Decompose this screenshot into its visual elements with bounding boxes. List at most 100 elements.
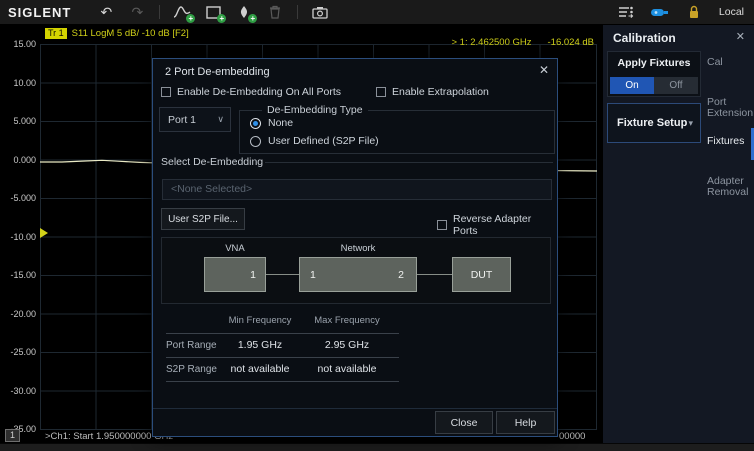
toolbar-tools: ↶ ↷ + + +	[97, 4, 329, 20]
add-window-icon[interactable]: +	[204, 4, 222, 20]
add-window-badge: +	[217, 14, 226, 23]
apply-fixtures-label: Apply Fixtures	[608, 57, 700, 69]
network-label: Network	[299, 243, 417, 254]
network-box: 1 2	[299, 257, 417, 292]
checkbox-enable-extrapolation[interactable]: Enable Extrapolation	[376, 86, 489, 98]
radio-none[interactable]: None	[250, 117, 293, 129]
dut-label: DUT	[471, 269, 493, 281]
siglent-logo: SIGLENT	[8, 5, 71, 20]
system-menu-icon[interactable]	[617, 4, 635, 20]
marker-readout: > 1: 2.462500 GHz -16.024 dB	[452, 37, 595, 48]
tab-fixtures[interactable]: Fixtures	[707, 136, 752, 147]
y-axis-label: -5.000	[0, 193, 36, 203]
add-trace-icon[interactable]: +	[173, 4, 191, 20]
add-marker-badge: +	[248, 14, 257, 23]
toggle-on-button[interactable]: On	[610, 77, 654, 94]
y-axis-label: 15.00	[0, 39, 36, 49]
select-de-embedding-label: Select De-Embedding	[161, 156, 263, 168]
channel-badge: 1	[5, 429, 20, 442]
col-header-max: Max Frequency	[297, 315, 397, 326]
add-marker-icon[interactable]: +	[235, 4, 253, 20]
y-axis-label: -15.00	[0, 270, 36, 280]
trace-info-line: Tr 1 S11 LogM 5 dB/ -10 dB [F2]	[45, 28, 189, 39]
usb-icon	[651, 4, 669, 20]
dialog-close-icon[interactable]: ✕	[539, 63, 549, 77]
y-axis-label: -25.00	[0, 347, 36, 357]
fixture-setup-dropdown[interactable]: Fixture Setup ▾	[607, 103, 701, 143]
y-axis-label: 0.000	[0, 155, 36, 165]
connection-diagram: VNA Network 1 1 2 DUT	[161, 237, 551, 304]
app-window: SIGLENT ↶ ↷ + + +	[0, 0, 754, 451]
trace-settings-text[interactable]: S11 LogM 5 dB/ -10 dB [F2]	[72, 28, 189, 39]
toolbar-status: Local	[617, 4, 744, 20]
connector-line	[417, 274, 452, 275]
dialog-title: 2 Port De-embedding	[165, 66, 270, 78]
trace-badge[interactable]: Tr 1	[45, 28, 67, 39]
checkbox-box	[161, 87, 171, 97]
table-line	[166, 381, 399, 382]
sidebar-title: Calibration	[613, 31, 676, 45]
apply-fixtures-panel: Apply Fixtures On Off	[607, 51, 701, 97]
checkbox-label: Enable Extrapolation	[392, 86, 489, 98]
local-remote-button[interactable]: Local	[719, 6, 744, 18]
sidebar-close-icon[interactable]: ✕	[736, 30, 745, 43]
checkbox-box	[376, 87, 386, 97]
table-line	[166, 357, 399, 358]
connector-line	[266, 274, 299, 275]
row-label-port-range: Port Range	[166, 340, 217, 351]
radio-label: User Defined (S2P File)	[268, 135, 379, 147]
add-trace-badge: +	[186, 14, 195, 23]
undo-icon[interactable]: ↶	[97, 4, 115, 20]
marker-amplitude: -16.024 dB	[548, 37, 594, 48]
network-port-1: 1	[310, 269, 316, 281]
checkbox-enable-all-ports[interactable]: Enable De-Embedding On All Ports	[161, 86, 341, 98]
port-select-value: Port 1	[168, 114, 196, 126]
dut-box: DUT	[452, 257, 511, 292]
vna-label: VNA	[204, 243, 266, 254]
de-embedding-type-group: De-Embedding Type None User Defined (S2P…	[239, 110, 555, 154]
fixture-setup-label: Fixture Setup	[617, 117, 687, 129]
y-axis-label: -10.00	[0, 232, 36, 242]
checkbox-label: Reverse Adapter Ports	[453, 213, 557, 237]
tab-port-extension[interactable]: Port Extension	[707, 97, 752, 119]
network-port-2: 2	[398, 269, 404, 281]
y-axis-label: -30.00	[0, 386, 36, 396]
radio-button	[250, 136, 261, 147]
radio-user-defined[interactable]: User Defined (S2P File)	[250, 135, 379, 147]
de-embedding-dialog: 2 Port De-embedding ✕ Enable De-Embeddin…	[152, 58, 558, 437]
selected-file-field[interactable]: <None Selected>	[162, 179, 552, 200]
port-select-dropdown[interactable]: Port 1 ∨	[159, 107, 231, 132]
port-range-max: 2.95 GHz	[297, 339, 397, 351]
y-axis-label: -20.00	[0, 309, 36, 319]
toolbar-separator	[159, 5, 160, 19]
y-axis-label: 5.000	[0, 116, 36, 126]
close-button[interactable]: Close	[435, 411, 493, 434]
radio-label: None	[268, 117, 293, 129]
help-button[interactable]: Help	[496, 411, 555, 434]
screenshot-icon[interactable]	[311, 4, 329, 20]
checkbox-reverse-adapter-ports[interactable]: Reverse Adapter Ports	[437, 213, 557, 237]
s2p-range-max: not available	[297, 363, 397, 375]
checkbox-label: Enable De-Embedding On All Ports	[177, 86, 341, 98]
toggle-off-button[interactable]: Off	[654, 77, 698, 94]
calibration-sidebar: Calibration ✕ Apply Fixtures On Off Fixt…	[603, 25, 754, 443]
tab-cal[interactable]: Cal	[707, 57, 752, 68]
bottom-status-bar	[0, 443, 754, 451]
tab-adapter-removal[interactable]: Adapter Removal	[707, 176, 752, 198]
group-separator-line	[265, 162, 553, 163]
port-range-min: 1.95 GHz	[210, 339, 310, 351]
footer-separator	[153, 408, 557, 409]
delete-icon[interactable]	[266, 4, 284, 20]
top-toolbar: SIGLENT ↶ ↷ + + +	[0, 0, 754, 25]
user-s2p-file-button[interactable]: User S2P File...	[161, 208, 245, 230]
vna-port-number: 1	[250, 269, 256, 281]
apply-fixtures-toggle: On Off	[610, 77, 698, 94]
checkbox-box	[437, 220, 447, 230]
chevron-down-icon: ∨	[217, 114, 224, 125]
s2p-range-min: not available	[210, 363, 310, 375]
vna-box: 1	[204, 257, 266, 292]
dropdown-arrow-icon: ▾	[688, 118, 693, 129]
redo-icon[interactable]: ↷	[128, 4, 146, 20]
marker-frequency: > 1: 2.462500 GHz	[452, 37, 532, 48]
table-line	[166, 333, 399, 334]
